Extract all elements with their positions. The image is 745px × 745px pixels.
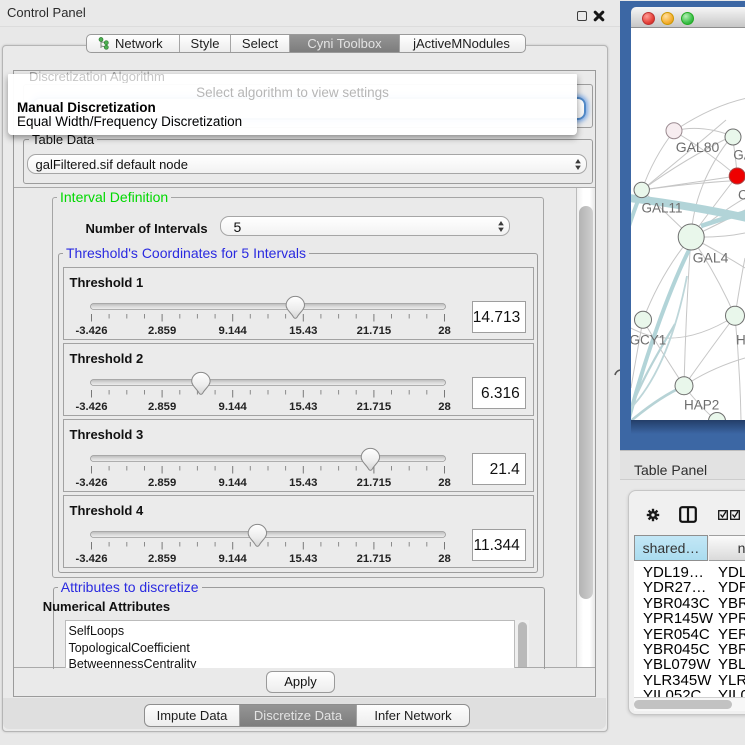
svg-text:2.859: 2.859 [148,477,176,489]
svg-text:21.715: 21.715 [357,553,392,565]
svg-text:15.43: 15.43 [289,401,317,413]
svg-text:9.144: 9.144 [219,325,248,337]
svg-text:HAP2: HAP2 [684,397,719,412]
svg-text:2.859: 2.859 [148,553,176,565]
svg-text:-3.426: -3.426 [75,553,107,565]
svg-text:28: 28 [438,553,451,565]
svg-text:GAL4: GAL4 [693,250,729,266]
svg-text:C: C [738,188,745,203]
svg-text:28: 28 [438,477,451,489]
svg-text:15.43: 15.43 [289,553,317,565]
svg-text:GA: GA [733,148,745,163]
svg-text:-3.426: -3.426 [75,401,107,413]
svg-text:-3.426: -3.426 [75,325,107,337]
svg-text:9.144: 9.144 [219,553,248,565]
svg-text:GAL11: GAL11 [642,201,683,216]
svg-text:21.715: 21.715 [357,325,392,337]
svg-text:15.43: 15.43 [289,325,317,337]
svg-text:21.715: 21.715 [357,401,392,413]
svg-text:15.43: 15.43 [289,477,317,489]
svg-text:28: 28 [438,325,451,337]
svg-text:2.859: 2.859 [148,325,176,337]
svg-text:GCY1: GCY1 [631,333,666,348]
svg-text:28: 28 [438,401,451,413]
svg-text:9.144: 9.144 [219,477,248,489]
svg-text:2.859: 2.859 [148,401,176,413]
svg-text:21.715: 21.715 [357,477,392,489]
svg-text:9.144: 9.144 [219,401,248,413]
svg-text:H: H [736,333,745,348]
svg-text:-3.426: -3.426 [75,477,107,489]
svg-text:GAL80: GAL80 [676,139,720,155]
